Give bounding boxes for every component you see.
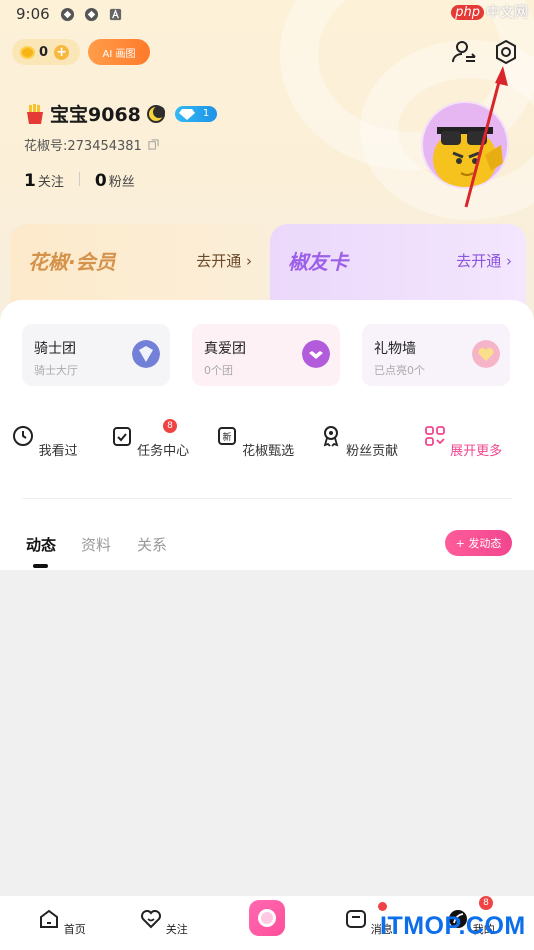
friend-card[interactable]: 椒友卡 去开通 › — [270, 224, 526, 306]
profile-name-row: 宝宝9068 1 — [24, 100, 217, 127]
tool-expand-more[interactable]: 展开更多 — [418, 425, 508, 459]
site-watermark-bottom: ITMOP.COM — [380, 912, 526, 940]
go-live-button[interactable] — [249, 900, 285, 936]
feature-subtitle: 0个团 — [204, 364, 233, 377]
nav-follow[interactable]: 关注 — [134, 908, 194, 937]
tool-selection[interactable]: 新 花椒甄选 — [210, 425, 300, 459]
vip-title: 花椒·会员 — [28, 250, 116, 274]
vip-gem-badge: 1 — [174, 105, 217, 122]
feature-card-knights[interactable]: 骑士团 骑士大厅 — [22, 324, 170, 386]
text-app-icon — [109, 8, 122, 21]
tool-task-center[interactable]: 任务中心 8 — [105, 419, 195, 459]
new-tag-icon: 新 — [217, 427, 236, 445]
tab-info[interactable]: 资料 — [81, 534, 111, 555]
user-switch-icon[interactable] — [450, 38, 478, 66]
grid-more-icon — [425, 426, 445, 446]
site-watermark: php 中文网 — [451, 2, 528, 22]
following-stat[interactable]: 1 关注 — [24, 171, 64, 191]
add-coins-icon[interactable]: + — [54, 44, 70, 60]
following-label: 关注 — [37, 175, 64, 190]
coin-count: 0 — [39, 44, 49, 60]
vip-membership-card[interactable]: 花椒·会员 去开通 › — [10, 224, 266, 306]
chevron-right-icon: › — [246, 252, 252, 270]
stats-divider — [78, 172, 80, 186]
camera-lens-icon — [258, 909, 276, 927]
medal-icon — [323, 426, 339, 447]
task-clipboard-icon — [112, 427, 131, 446]
tab-feed[interactable]: 动态 — [26, 534, 56, 555]
tool-history[interactable]: 我看过 — [0, 425, 90, 459]
profile-id: 花椒号:273454381 — [24, 135, 159, 154]
diamond-icon — [178, 108, 195, 120]
copy-icon[interactable] — [148, 139, 159, 150]
vip-level: 1 — [202, 108, 210, 119]
friend-card-open-label: 去开通 — [456, 252, 502, 270]
nav-label: 首页 — [63, 923, 86, 936]
following-count: 1 — [24, 171, 36, 191]
ai-draw-button[interactable]: AI 画图 — [88, 39, 150, 65]
wings-icon — [302, 340, 330, 368]
feature-subtitle: 骑士大厅 — [34, 364, 78, 377]
messages-dot — [378, 902, 387, 911]
me-badge: 8 — [479, 896, 493, 910]
vip-open-label: 去开通 — [196, 252, 242, 270]
status-time: 9:06 — [16, 5, 50, 23]
tool-label: 任务中心 — [137, 444, 190, 459]
profile-counts: 1 关注 0 粉丝 — [24, 171, 135, 191]
feature-title: 真爱团 — [204, 341, 246, 357]
coin-icon — [20, 45, 35, 59]
feature-card-fan-club[interactable]: 真爱团 0个团 — [192, 324, 340, 386]
friend-card-open-link[interactable]: 去开通 › — [456, 250, 512, 271]
profile-name: 宝宝9068 — [50, 104, 141, 126]
friend-card-title: 椒友卡 — [288, 250, 348, 274]
coin-balance-pill[interactable]: 0 + — [12, 39, 80, 65]
profile-id-text: 花椒号:273454381 — [24, 139, 142, 154]
fans-stat[interactable]: 0 粉丝 — [95, 171, 135, 191]
vip-open-link[interactable]: 去开通 › — [196, 250, 252, 271]
tool-fan-contribution[interactable]: 粉丝贡献 — [314, 425, 404, 459]
chevron-right-icon: › — [506, 252, 512, 270]
nav-label: 关注 — [165, 923, 188, 936]
watermark-badge: php — [451, 4, 484, 20]
task-badge: 8 — [163, 419, 177, 433]
shield-icon — [132, 340, 160, 368]
app-notification-icon — [60, 7, 75, 22]
feature-title: 骑士团 — [34, 341, 76, 357]
post-moment-label: + 发动态 — [455, 537, 502, 550]
post-moment-button[interactable]: + 发动态 — [445, 530, 512, 556]
fans-label: 粉丝 — [108, 175, 135, 190]
ai-draw-label: AI 画图 — [102, 48, 136, 60]
feature-title: 礼物墙 — [374, 341, 416, 357]
tool-label: 粉丝贡献 — [346, 444, 399, 459]
avatar-character-image — [433, 127, 503, 187]
message-icon — [346, 910, 367, 928]
section-divider — [22, 498, 512, 499]
heart-outline-icon — [141, 910, 162, 929]
feature-card-gift-wall[interactable]: 礼物墙 已点亮0个 — [362, 324, 510, 386]
fries-icon — [27, 103, 43, 124]
svg-text:新: 新 — [222, 431, 231, 443]
settings-icon[interactable] — [492, 38, 520, 66]
tab-indicator — [33, 564, 48, 568]
feature-subtitle: 已点亮0个 — [374, 364, 425, 377]
tab-relations[interactable]: 关系 — [137, 534, 167, 555]
status-bar: 9:06 php 中文网 — [0, 0, 534, 28]
tool-label: 我看过 — [38, 444, 78, 459]
tool-label: 展开更多 — [450, 444, 503, 459]
app-notification-icon — [84, 7, 99, 22]
nav-home[interactable]: 首页 — [32, 908, 92, 937]
home-icon — [40, 909, 59, 928]
clock-icon — [13, 426, 34, 446]
tool-label: 花椒甄选 — [242, 444, 295, 459]
moon-level-icon — [146, 104, 165, 123]
heart-icon — [472, 340, 500, 368]
avatar[interactable] — [421, 101, 509, 189]
watermark-text: 中文网 — [486, 5, 528, 21]
fans-count: 0 — [94, 171, 107, 191]
